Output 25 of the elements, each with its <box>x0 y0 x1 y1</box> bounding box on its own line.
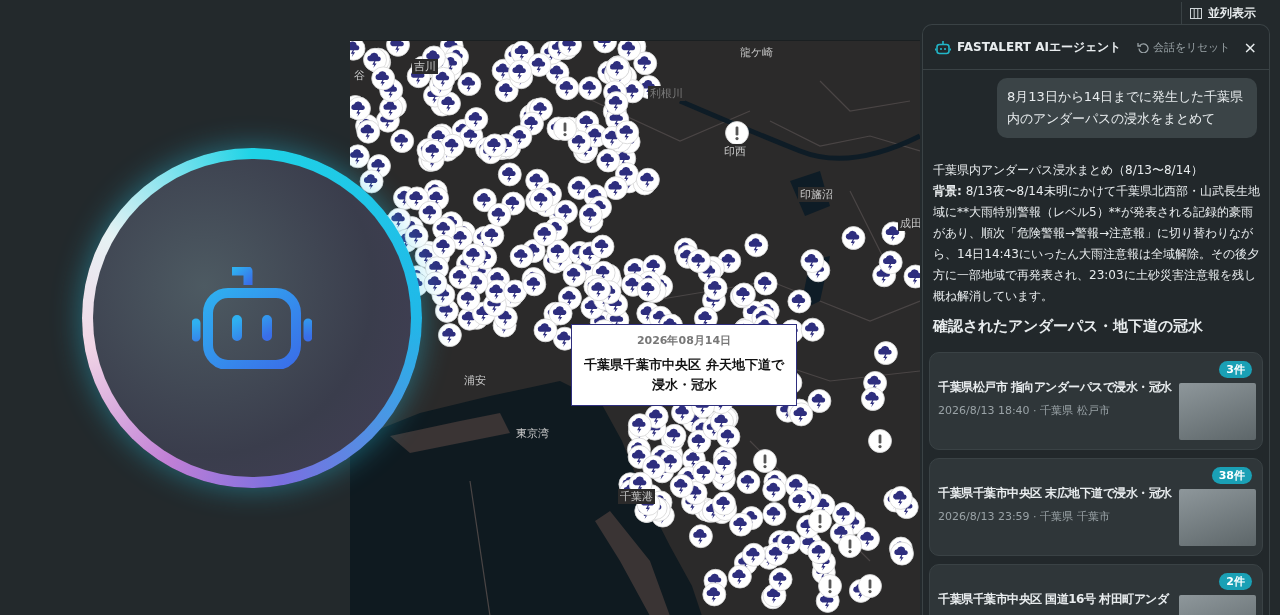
count-badge: 2件 <box>1219 573 1252 590</box>
popup-date: 2026年08月14日 <box>635 332 733 348</box>
result-card[interactable]: 千葉県千葉市中央区 国道16号 村田町アンダ 2件 <box>929 564 1263 615</box>
robot-icon <box>192 267 312 369</box>
card-title: 千葉県千葉市中央区 末広地下道で浸水・冠水 <box>938 485 1173 502</box>
user-message: 8月13日から14日までに発生した千葉県内のアンダーパスの浸水をまとめて <box>997 78 1257 138</box>
robot-icon <box>935 39 951 55</box>
count-badge: 3件 <box>1219 361 1252 378</box>
reset-button[interactable]: 会話をリセット <box>1136 39 1230 55</box>
map-place-label: 東京湾 <box>516 425 549 441</box>
answer-paragraph: 背景: 8/13夜〜8/14未明にかけて千葉県北西部・山武長生地域に**大雨特別警報（レベル5）**が発表される記録的豪雨があり、順次「危険警報→警報→注意報」に切り替わりながら、14日14:43にいったん大雨注意報は全域解除。その後夕方に一部地域で再発表され、23:03に土砂災害注意報を残し概ね解消しています。 <box>933 183 1261 305</box>
card-meta: 2026/8/13 18:40 · 千葉県 松戸市 <box>938 403 1111 418</box>
result-card[interactable]: 千葉県松戸市 指向アンダーパスで浸水・冠水 2026/8/13 18:40 · 千葉県 松戸市 3件 <box>929 352 1263 450</box>
card-title: 千葉県千葉市中央区 国道16号 村田町アンダ <box>938 591 1170 608</box>
panel-title: FASTALERT AIエージェント <box>957 38 1122 56</box>
answer-title: 千葉県内アンダーパス浸水まとめ（8/13〜8/14） <box>933 162 1204 179</box>
close-button[interactable]: × <box>1239 37 1261 57</box>
popup-title: 千葉県千葉市中央区 弁天地下道で浸水・冠水 <box>583 355 786 394</box>
columns-icon <box>1190 7 1202 19</box>
card-title: 千葉県松戸市 指向アンダーパスで浸水・冠水 <box>938 379 1173 396</box>
card-meta: 2026/8/13 23:59 · 千葉県 千葉市 <box>938 509 1111 524</box>
result-card[interactable]: 千葉県千葉市中央区 末広地下道で浸水・冠水 2026/8/13 23:59 · 千葉県 千葉市 38件 <box>929 458 1263 556</box>
count-badge: 38件 <box>1211 467 1252 484</box>
reset-icon <box>1136 41 1149 53</box>
section-heading: 確認されたアンダーパス・地下道の冠水 <box>933 317 1204 336</box>
